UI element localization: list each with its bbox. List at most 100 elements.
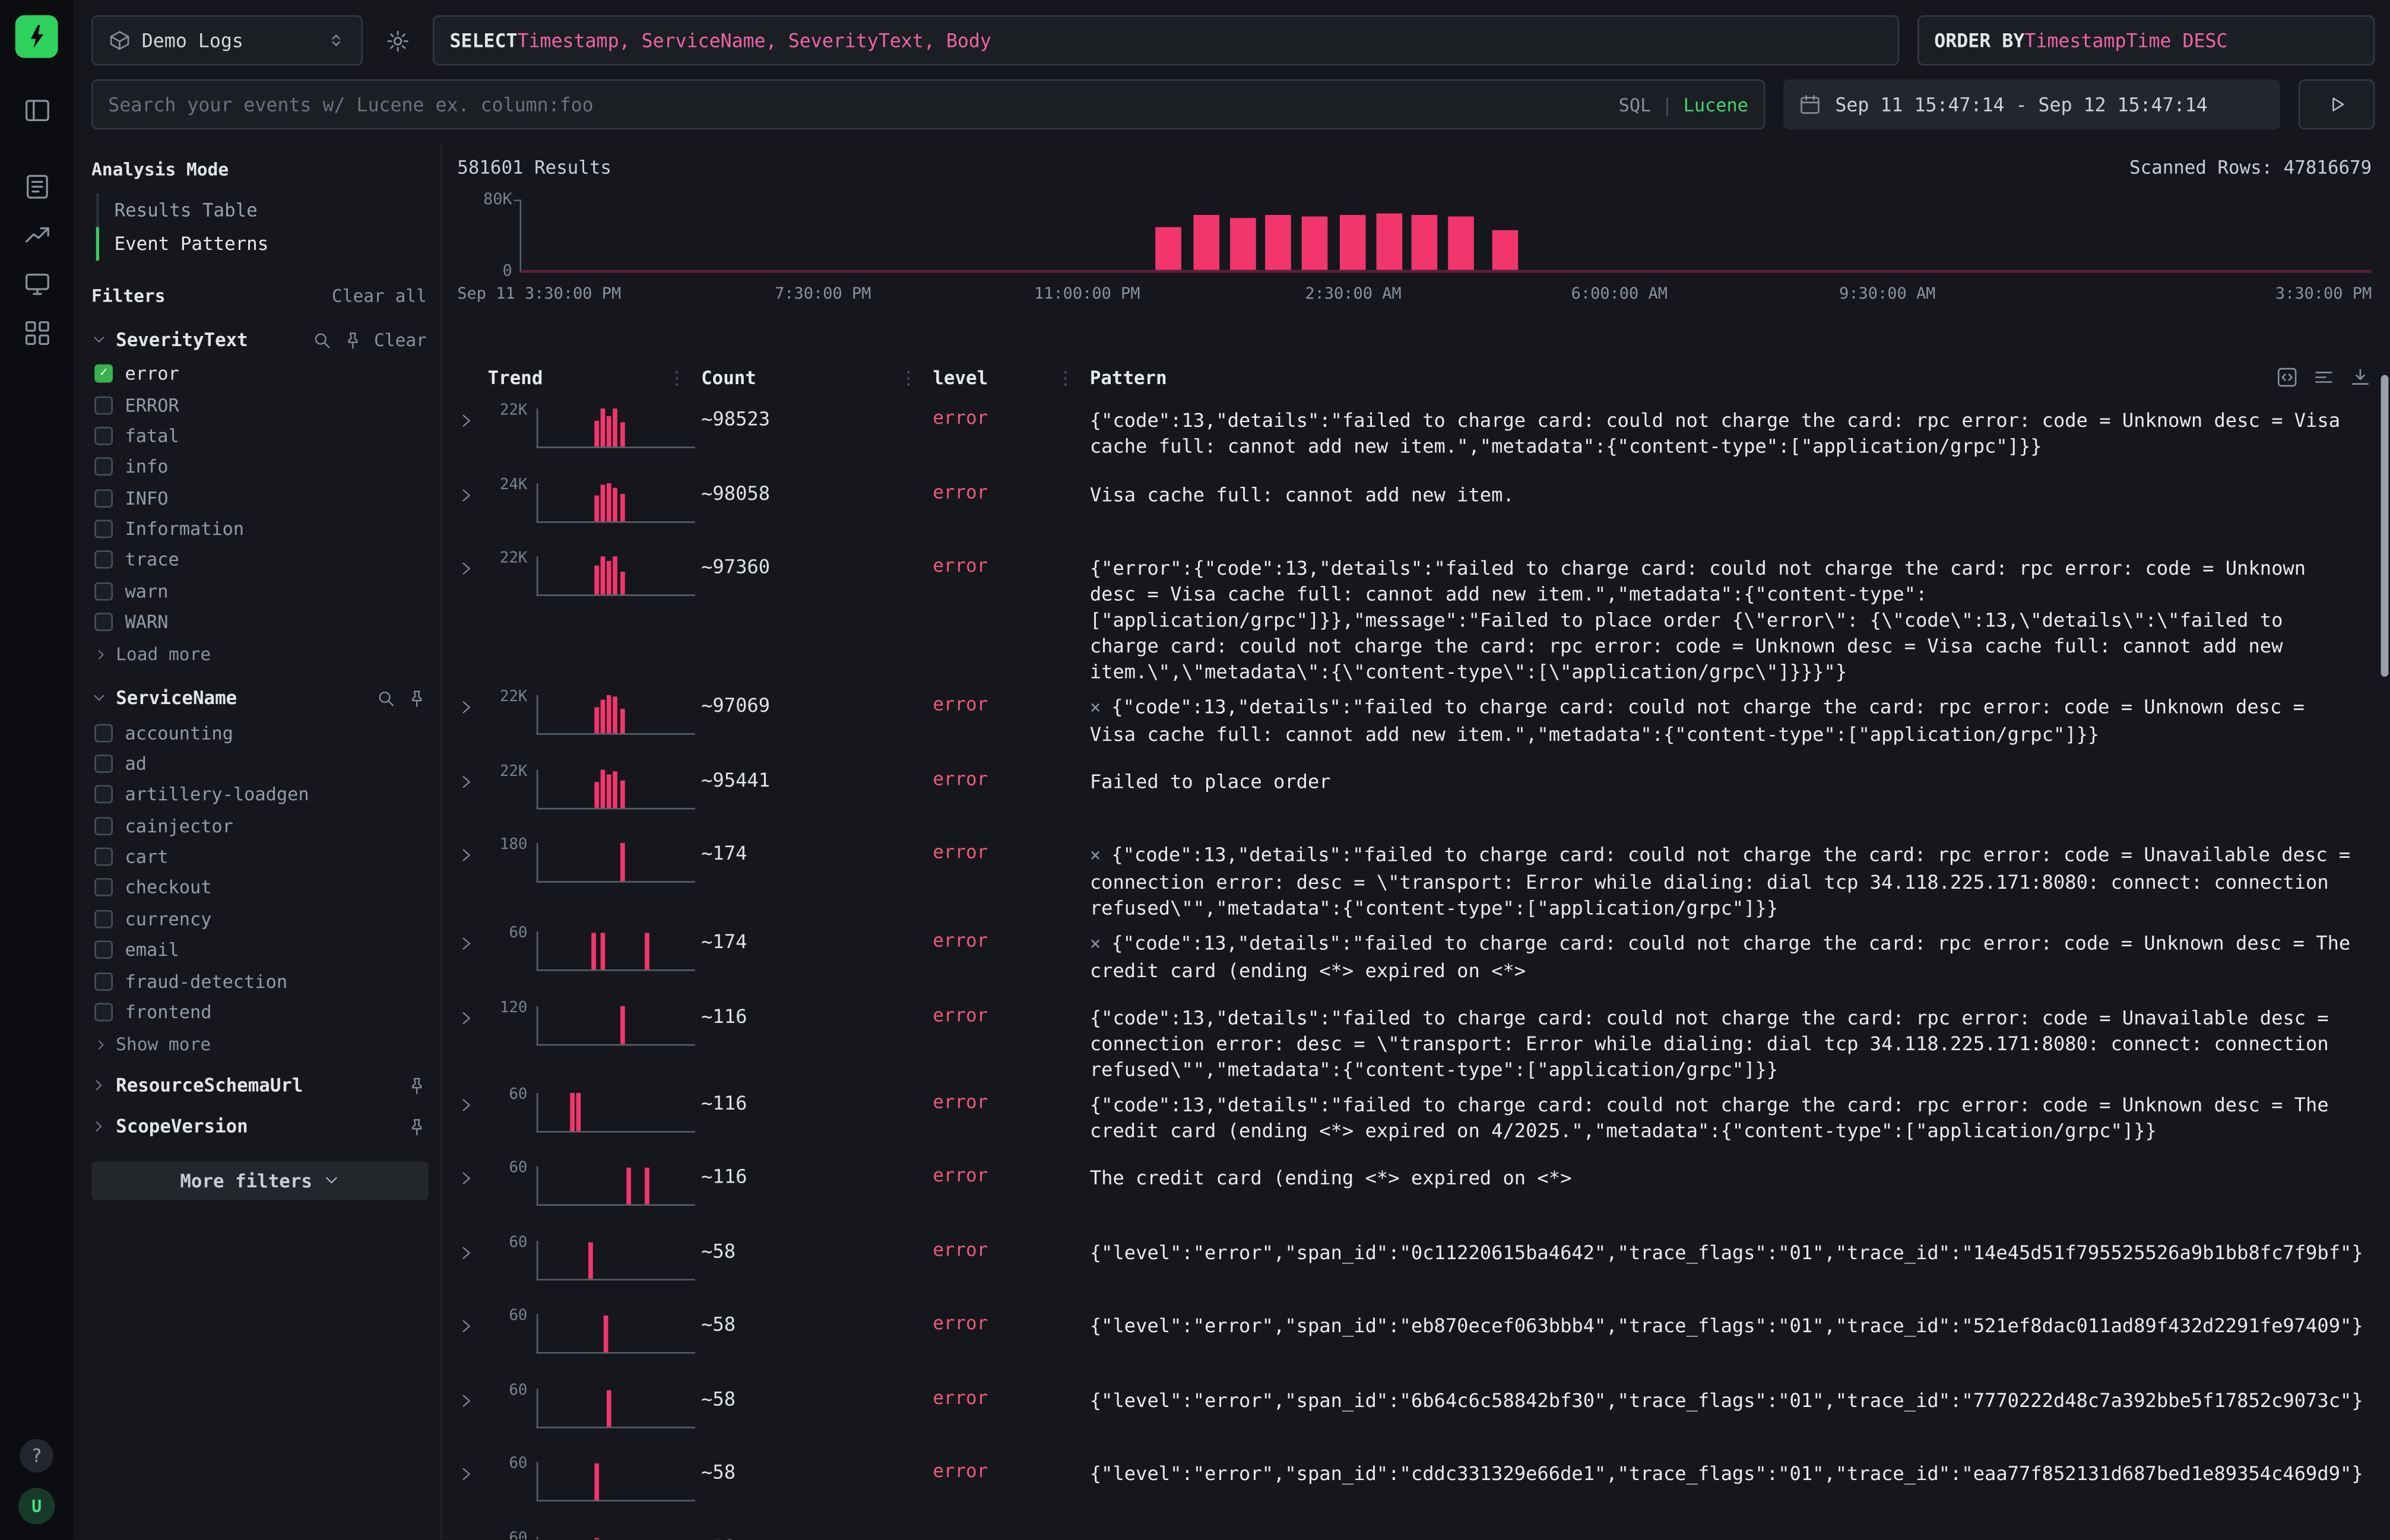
checkbox[interactable] [94,1003,113,1021]
expand-row-icon[interactable] [457,772,476,790]
exclude-x-icon[interactable]: × [1090,844,1101,866]
filter-option-accounting[interactable]: accounting [91,717,427,748]
expand-row-icon[interactable] [457,1169,476,1187]
filter-option-INFO[interactable]: INFO [91,483,427,514]
search-icon[interactable] [313,330,332,350]
expand-row-icon[interactable] [457,486,476,504]
column-header-level[interactable]: level⋮ [933,367,1089,389]
expand-row-icon[interactable] [457,411,476,430]
table-row[interactable]: 22K ~97069 error ×{"code":13,"details":"… [442,685,2390,759]
filter-option-currency[interactable]: currency [91,904,427,934]
filter-option-ERROR[interactable]: ERROR [91,389,427,420]
expand-row-icon[interactable] [457,698,476,717]
language-lucene[interactable]: Lucene [1684,94,1748,115]
language-sql[interactable]: SQL [1619,94,1652,115]
row-pattern[interactable]: Visa cache full: cannot add new item. [1090,480,2372,507]
panel-toggle-icon[interactable] [12,88,61,131]
checkbox[interactable] [94,582,113,600]
filter-option-warn[interactable]: warn [91,576,427,607]
exclude-x-icon[interactable]: × [1090,933,1101,954]
table-row[interactable]: 60 ~116 error The credit card (ending <*… [442,1155,2390,1230]
column-drag-handle-icon[interactable]: ⋮ [668,367,686,389]
row-pattern[interactable]: {"level":"error","span_id":"6b64c6c58842… [1090,1385,2385,1412]
row-pattern[interactable]: {"code":13,"details":"failed to charge c… [1090,1089,2372,1143]
vertical-scrollbar[interactable] [2381,375,2389,677]
row-density-icon[interactable] [2312,366,2335,389]
service-section-header[interactable]: ServiceName [91,688,427,709]
help-button[interactable]: ? [20,1439,53,1472]
table-row[interactable]: 60 ~58 error {"level":"error","span_id":… [442,1377,2390,1452]
row-pattern[interactable]: {"level":"error","span_id":"0c11220615ba… [1090,1237,2385,1265]
expand-row-icon[interactable] [457,1095,476,1114]
row-pattern[interactable]: ×{"code":13,"details":"failed to charge … [1090,840,2372,921]
row-pattern[interactable]: {"level":"error","span_id":"cddc331329e6… [1090,1459,2385,1486]
source-settings-button[interactable] [381,15,414,66]
json-view-icon[interactable] [2275,366,2299,389]
sql-select-editor[interactable]: SELECT Timestamp, ServiceName, SeverityT… [433,15,1899,66]
column-drag-handle-icon[interactable]: ⋮ [899,367,918,389]
checkbox[interactable] [94,723,113,742]
filter-option-trace[interactable]: trace [91,544,427,575]
search-icon[interactable] [376,689,396,708]
filter-option-error[interactable]: ✓error [91,358,427,389]
logs-search-icon[interactable] [12,164,61,207]
table-row[interactable]: 180 ~174 error ×{"code":13,"details":"fa… [442,832,2390,921]
checkbox[interactable] [94,551,113,569]
histogram-bar[interactable] [1193,216,1219,270]
load-more-link[interactable]: Load more [91,638,427,665]
row-pattern[interactable]: Failed to place order [1090,766,2372,793]
checkbox[interactable] [94,972,113,990]
row-pattern[interactable]: {"level":"error","span_id":"334357bae9ed… [1090,1533,2385,1540]
histogram-bar[interactable] [1339,214,1365,270]
mode-event-patterns[interactable]: Event Patterns [96,227,427,261]
row-pattern[interactable]: {"code":13,"details":"failed to charge c… [1090,405,2372,459]
order-by-editor[interactable]: ORDER BY TimestampTime DESC [1917,15,2375,66]
pin-icon[interactable] [407,1117,427,1136]
filter-option-Information[interactable]: Information [91,514,427,544]
table-row[interactable]: 22K ~95441 error Failed to place order [442,758,2390,832]
chart-explorer-icon[interactable] [12,213,61,256]
source-select[interactable]: Demo Logs [91,15,363,66]
expand-row-icon[interactable] [457,1243,476,1262]
table-row[interactable]: 60 ~58 error {"level":"error","span_id":… [442,1303,2390,1377]
histogram-bar[interactable] [1230,217,1256,270]
column-drag-handle-icon[interactable]: ⋮ [1056,367,1074,389]
row-pattern[interactable]: ×{"code":13,"details":"failed to charge … [1090,692,2372,747]
expand-row-icon[interactable] [457,846,476,864]
filter-option-email[interactable]: email [91,934,427,965]
pin-icon[interactable] [407,689,427,708]
severity-clear-link[interactable]: Clear [374,329,427,351]
checkbox[interactable] [94,427,113,445]
services-grid-icon[interactable] [12,311,61,354]
table-row[interactable]: 22K ~97360 error {"error":{"code":13,"de… [442,546,2390,685]
search-input[interactable] [108,94,1606,115]
dashboards-icon[interactable] [12,262,61,305]
filter-option-cart[interactable]: cart [91,841,427,872]
table-row[interactable]: 60 ~58 error {"level":"error","span_id":… [442,1451,2390,1525]
expand-row-icon[interactable] [457,1391,476,1409]
clear-all-link[interactable]: Clear all [332,285,427,306]
pin-icon[interactable] [407,1076,427,1095]
row-pattern[interactable]: {"level":"error","span_id":"eb870ecef063… [1090,1311,2385,1338]
table-row[interactable]: 60 ~58 error {"level":"error","span_id":… [442,1230,2390,1304]
table-row[interactable]: 22K ~98523 error {"code":13,"details":"f… [442,398,2390,472]
checkbox[interactable] [94,848,113,866]
row-pattern[interactable]: {"error":{"code":13,"details":"failed to… [1090,553,2372,685]
user-avatar[interactable]: U [18,1488,55,1525]
checkbox[interactable] [94,489,113,507]
table-row[interactable]: 60 ~58 error {"level":"error","span_id":… [442,1525,2390,1539]
pin-icon[interactable] [344,330,363,350]
checkbox[interactable] [94,941,113,959]
scope-version-section[interactable]: ScopeVersion [91,1116,427,1137]
mode-results-table[interactable]: Results Table [96,194,427,227]
filter-option-fatal[interactable]: fatal [91,420,427,451]
filter-option-fraud-detection[interactable]: fraud-detection [91,965,427,996]
show-more-link[interactable]: Show more [91,1028,427,1055]
column-header-count[interactable]: Count⋮ [701,367,933,389]
row-pattern[interactable]: ×{"code":13,"details":"failed to charge … [1090,929,2372,983]
checkbox[interactable] [94,458,113,476]
histogram-bar[interactable] [1411,216,1437,270]
checkbox[interactable] [94,520,113,538]
histogram-bar[interactable] [1493,230,1519,270]
exclude-x-icon[interactable]: × [1090,696,1101,718]
